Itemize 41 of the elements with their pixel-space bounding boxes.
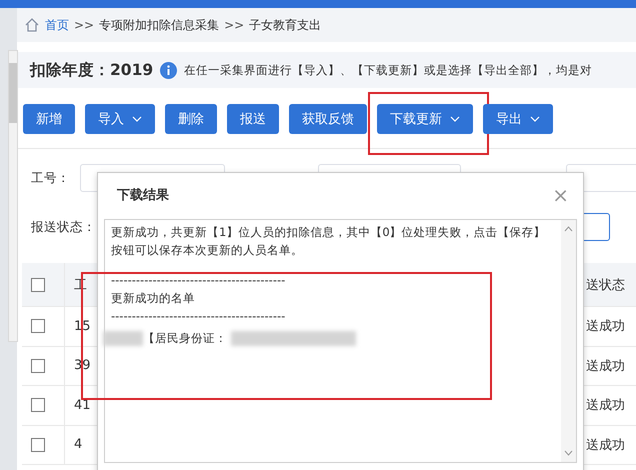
column-header: 送状态 bbox=[586, 278, 625, 292]
checkbox[interactable] bbox=[31, 398, 45, 412]
close-button[interactable]: × bbox=[552, 183, 569, 207]
toolbar-button[interactable]: 导入 bbox=[85, 104, 155, 134]
table-cell: 送成功 bbox=[586, 398, 625, 414]
table-cell: 送成功 bbox=[586, 319, 625, 334]
checkbox[interactable] bbox=[31, 358, 45, 373]
toolbar-button[interactable]: 获取反馈 bbox=[289, 104, 367, 134]
checkbox[interactable] bbox=[31, 319, 45, 334]
home-icon[interactable] bbox=[24, 17, 40, 33]
notice-text: 在任一采集界面进行【导入】、【下载更新】或是选择【导出全部】，均是对 bbox=[184, 62, 592, 78]
breadcrumb-link[interactable]: 首页 bbox=[45, 16, 69, 34]
breadcrumb-separator: >> bbox=[74, 18, 94, 32]
field-label: 工号： bbox=[31, 169, 71, 187]
table-cell: 送成功 bbox=[586, 358, 625, 374]
dashed-divider: ------------------------------------------ bbox=[111, 308, 286, 325]
toolbar-button[interactable]: 删除 bbox=[165, 104, 217, 134]
scrollbar[interactable] bbox=[8, 50, 18, 342]
table-cell: 送成功 bbox=[586, 438, 625, 453]
scroll-down-icon[interactable] bbox=[564, 450, 573, 456]
dashed-divider: ------------------------------------------ bbox=[111, 272, 286, 289]
toolbar-button[interactable]: 新增 bbox=[23, 104, 75, 134]
checkbox[interactable] bbox=[31, 438, 45, 452]
field-label: 报送状态： bbox=[31, 218, 96, 236]
deduction-year: 扣除年度：2019 bbox=[30, 60, 154, 80]
toolbar-button[interactable]: 导出 bbox=[483, 104, 553, 134]
breadcrumb-item: 子女教育支出 bbox=[249, 16, 322, 34]
scroll-up-icon[interactable] bbox=[564, 226, 573, 232]
result-message: 更新成功，共更新【1】位人员的扣除信息，其中【0】位处理失败，点击【保存】按钮可以保存本次更新的人员名单。 bbox=[111, 224, 547, 259]
toolbar-button[interactable]: 下载更新 bbox=[377, 104, 473, 134]
breadcrumb-separator: >> bbox=[224, 18, 244, 32]
scrollbar[interactable] bbox=[561, 220, 576, 462]
table-cell: 4 bbox=[74, 437, 82, 452]
toolbar-button[interactable]: 报送 bbox=[227, 104, 279, 134]
dialog-title: 下载结果 bbox=[117, 187, 169, 204]
list-title: 更新成功的名单 bbox=[111, 290, 196, 307]
breadcrumb-item: 专项附加扣除信息采集 bbox=[99, 16, 220, 34]
checkbox[interactable] bbox=[31, 278, 45, 292]
table-cell: 41 bbox=[74, 398, 91, 413]
id-label: 【居民身份证： bbox=[143, 330, 227, 347]
info-icon bbox=[160, 62, 178, 78]
